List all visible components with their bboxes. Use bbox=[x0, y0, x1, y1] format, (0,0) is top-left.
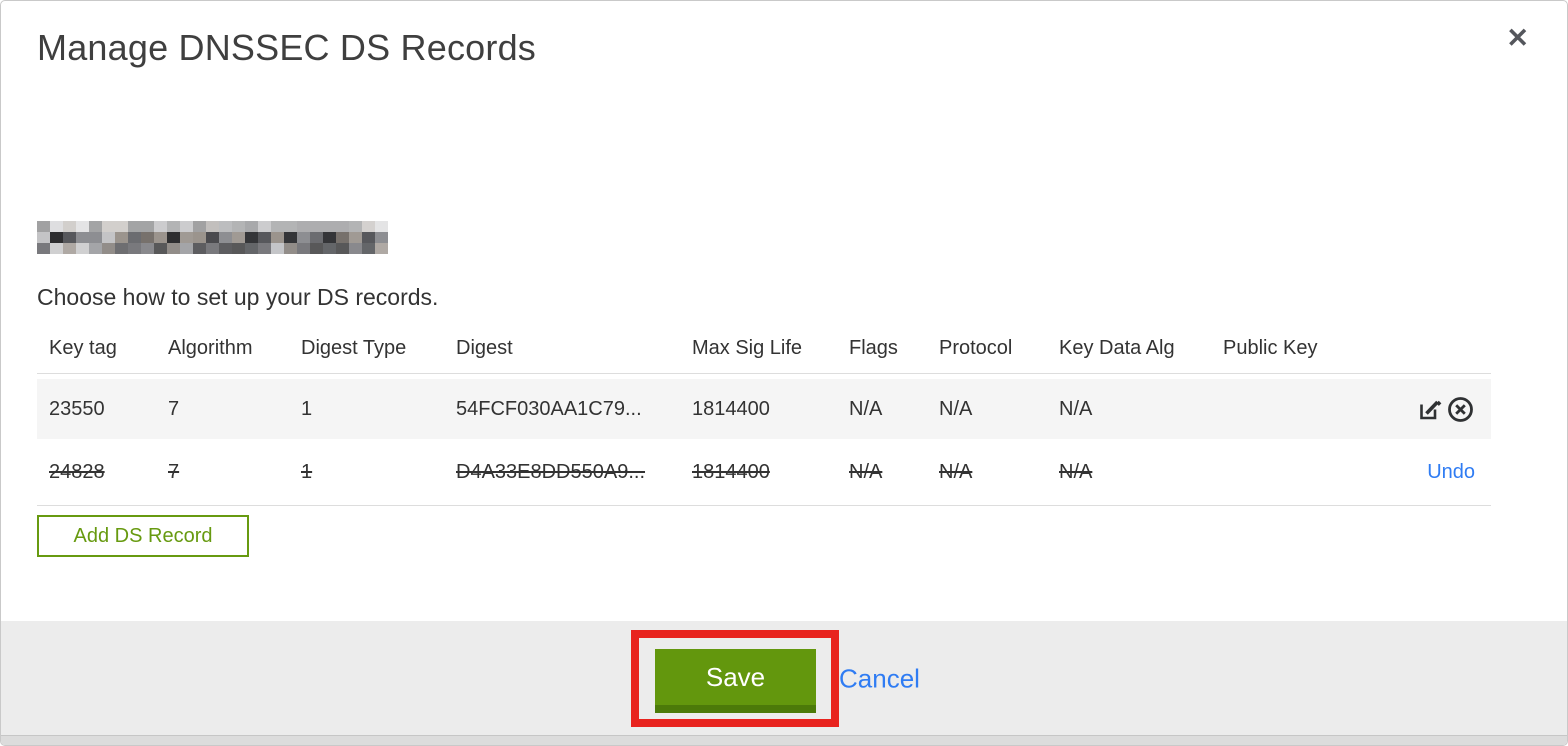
cell-digest-type: 1 bbox=[301, 460, 313, 483]
cell-key-data-alg: N/A bbox=[1059, 460, 1093, 483]
close-icon[interactable]: ✕ bbox=[1502, 21, 1533, 56]
row-actions bbox=[1363, 395, 1491, 424]
dialog-footer: Save Cancel bbox=[1, 621, 1567, 745]
edit-icon[interactable] bbox=[1417, 396, 1444, 423]
cancel-link[interactable]: Cancel bbox=[839, 664, 920, 695]
save-button[interactable]: Save bbox=[655, 649, 816, 713]
column-header-digest-type: Digest Type bbox=[301, 337, 407, 359]
cell-protocol: N/A bbox=[939, 397, 973, 420]
undo-link[interactable]: Undo bbox=[1427, 461, 1475, 484]
column-header-flags: Flags bbox=[849, 337, 898, 359]
cell-algorithm: 7 bbox=[168, 397, 180, 420]
column-header-algorithm: Algorithm bbox=[168, 337, 253, 359]
page-title: Manage DNSSEC DS Records bbox=[37, 27, 536, 68]
table-row-deleted: 24828 7 1 D4A33E8DD550A9... 1814400 N/A … bbox=[37, 439, 1491, 506]
cell-digest: D4A33E8DD550A9... bbox=[456, 460, 646, 483]
column-header-key-data-alg: Key Data Alg bbox=[1059, 337, 1175, 359]
column-header-protocol: Protocol bbox=[939, 337, 1013, 359]
add-ds-record-button[interactable]: Add DS Record bbox=[37, 515, 249, 557]
cell-flags: N/A bbox=[849, 397, 883, 420]
instruction-text: Choose how to set up your DS records. bbox=[37, 284, 439, 310]
cell-digest: 54FCF030AA1C79... bbox=[456, 397, 642, 420]
dialog-header: Manage DNSSEC DS Records ✕ bbox=[1, 1, 1567, 69]
manage-dnssec-ds-records-dialog: Manage DNSSEC DS Records ✕ Choose how to… bbox=[0, 0, 1568, 746]
table-row: 23550 7 1 54FCF030AA1C79... 1814400 N/A … bbox=[37, 379, 1491, 439]
cell-protocol: N/A bbox=[939, 460, 973, 483]
table-header-row: Key tag Algorithm Digest Type Digest Max… bbox=[37, 313, 1491, 374]
cell-max-sig-life: 1814400 bbox=[692, 460, 770, 483]
column-header-key-tag: Key tag bbox=[49, 337, 117, 359]
ds-records-table: Key tag Algorithm Digest Type Digest Max… bbox=[37, 313, 1491, 506]
column-header-digest: Digest bbox=[456, 337, 513, 359]
cell-flags: N/A bbox=[849, 460, 883, 483]
redacted-domain-name bbox=[37, 221, 388, 254]
column-header-public-key: Public Key bbox=[1223, 337, 1318, 359]
delete-icon[interactable] bbox=[1446, 395, 1475, 424]
cell-key-tag: 24828 bbox=[49, 460, 105, 483]
cell-max-sig-life: 1814400 bbox=[692, 397, 770, 420]
cell-key-tag: 23550 bbox=[49, 397, 105, 420]
background-page-edge bbox=[1, 735, 1567, 745]
cell-key-data-alg: N/A bbox=[1059, 397, 1093, 420]
cell-digest-type: 1 bbox=[301, 397, 313, 420]
column-header-max-sig-life: Max Sig Life bbox=[692, 337, 803, 359]
cell-algorithm: 7 bbox=[168, 460, 180, 483]
dialog-body: Choose how to set up your DS records. Ke… bbox=[1, 69, 1567, 621]
row-actions: Undo bbox=[1363, 461, 1491, 484]
